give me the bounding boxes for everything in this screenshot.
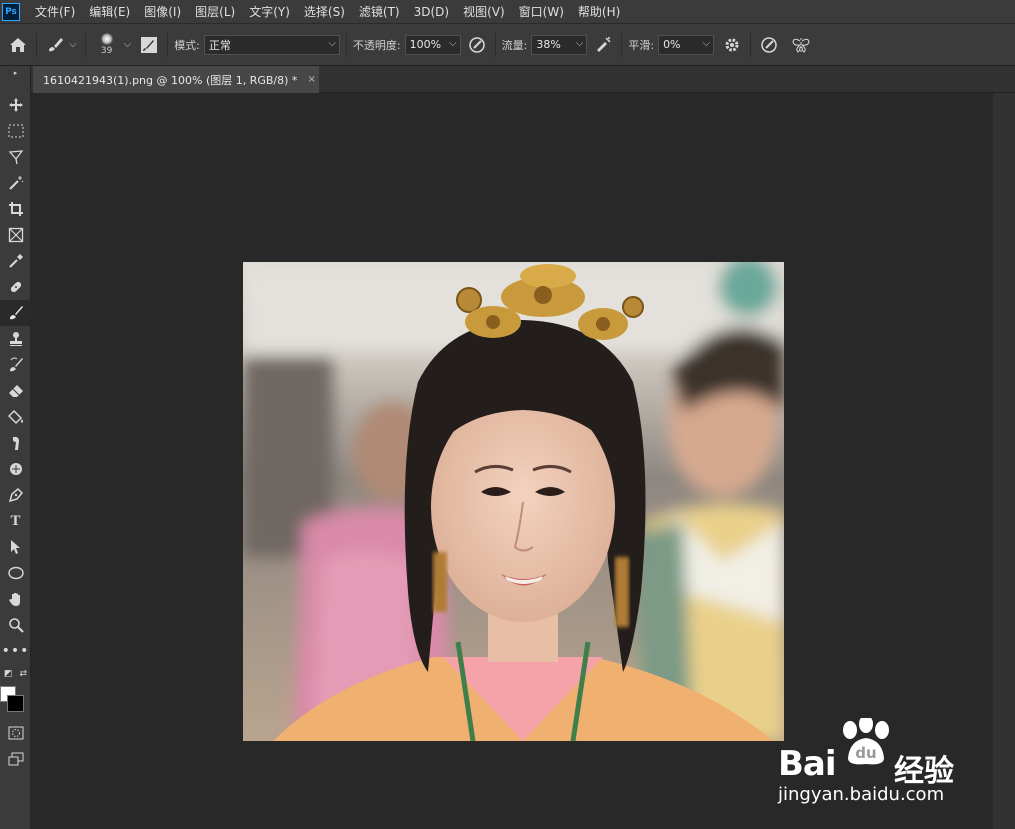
brush-tip-icon (100, 33, 113, 45)
close-icon[interactable]: × (307, 74, 315, 85)
brush-size-value: 39 (100, 46, 113, 56)
separator (494, 32, 496, 57)
flow-field[interactable]: 38% ⌵ (531, 34, 588, 55)
options-bar: ⌵ 39 ⌵ 模式: 正常 ⌵ 不透明度: 100% ⌵ 流量: 38% ⌵ 平… (0, 24, 1015, 66)
opacity-field[interactable]: 100% ⌵ (404, 34, 461, 55)
menu-help[interactable]: 帮助(H) (571, 0, 627, 24)
pressure-opacity-icon[interactable] (465, 33, 489, 57)
vertical-scrollbar[interactable] (993, 93, 1015, 829)
default-colors-icon[interactable]: ◩ (4, 669, 13, 679)
menu-select[interactable]: 选择(S) (297, 0, 352, 24)
swap-colors-icon[interactable]: ⇄ (19, 669, 27, 679)
brush-icon[interactable] (43, 33, 67, 57)
separator (167, 32, 169, 57)
document-tab[interactable]: 1610421943(1).png @ 100% (图层 1, RGB/8) *… (33, 66, 319, 93)
smudge-tool-icon[interactable] (0, 430, 31, 456)
flow-value: 38% (536, 38, 561, 51)
menu-bar: Ps 文件(F) 编辑(E) 图像(I) 图层(L) 文字(Y) 选择(S) 滤… (0, 0, 1015, 24)
document-image[interactable] (243, 262, 784, 741)
paw-logo-icon: du (843, 718, 889, 765)
separator (345, 32, 347, 57)
pen-tool-icon[interactable] (0, 482, 31, 508)
symmetry-icon[interactable] (789, 33, 813, 57)
chevron-down-icon: ⌵ (328, 37, 336, 49)
brush-tool-icon[interactable] (0, 300, 31, 326)
mode-label: 模式: (174, 38, 200, 52)
stamp-tool-icon[interactable] (0, 326, 31, 352)
lasso-tool-icon[interactable] (0, 144, 31, 170)
screen-mode-icon[interactable] (0, 746, 31, 772)
flow-label: 流量: (501, 38, 528, 52)
brush-preset-picker[interactable]: 39 (92, 30, 122, 60)
chevron-down-icon[interactable]: ⌵ (124, 39, 132, 50)
watermark-url: jingyan.baidu.com (778, 784, 945, 805)
zoom-tool-icon[interactable] (0, 612, 31, 638)
quick-mask-icon[interactable] (0, 720, 31, 746)
eyedropper-tool-icon[interactable] (0, 248, 31, 274)
history-brush-tool-icon[interactable] (0, 352, 31, 378)
chevron-down-icon[interactable]: ⌵ (69, 39, 77, 50)
menu-image[interactable]: 图像(I) (137, 0, 188, 24)
type-tool-icon[interactable]: T (0, 508, 31, 534)
move-tool-icon[interactable] (0, 92, 31, 118)
opacity-label: 不透明度: (352, 38, 401, 52)
hand-tool-icon[interactable] (0, 586, 31, 612)
menu-edit[interactable]: 编辑(E) (82, 0, 137, 24)
smoothing-label: 平滑: (628, 38, 655, 52)
smoothing-field[interactable]: 0% ⌵ (658, 34, 715, 55)
paint-bucket-tool-icon[interactable] (0, 404, 31, 430)
more-tools-icon[interactable]: ••• (0, 638, 31, 664)
frame-tool-icon[interactable] (0, 222, 31, 248)
menu-filter[interactable]: 滤镜(T) (352, 0, 407, 24)
menu-file[interactable]: 文件(F) (28, 0, 82, 24)
menu-layer[interactable]: 图层(L) (188, 0, 242, 24)
paw-du-text: du (855, 744, 876, 762)
home-icon[interactable] (6, 33, 30, 57)
marquee-tool-icon[interactable] (0, 118, 31, 144)
menu-type[interactable]: 文字(Y) (242, 0, 297, 24)
portrait-photo (243, 262, 784, 741)
ellipse-tool-icon[interactable] (0, 560, 31, 586)
background-color-swatch[interactable] (7, 695, 24, 712)
separator (36, 32, 37, 57)
document-tab-title: 1610421943(1).png @ 100% (图层 1, RGB/8) * (43, 73, 298, 87)
chevron-down-icon: ⌵ (575, 37, 584, 49)
menu-3d[interactable]: 3D(D) (407, 0, 456, 24)
airbrush-icon[interactable] (591, 33, 615, 57)
healing-tool-icon[interactable] (0, 274, 31, 300)
watermark-brand: Bai (778, 744, 837, 784)
chevron-down-icon: ⌵ (702, 37, 711, 49)
photoshop-logo-icon: Ps (2, 2, 20, 21)
separator (750, 32, 752, 57)
tools-panel: ▸ T ••• ◩ ⇄ (0, 66, 31, 829)
color-swap-controls[interactable]: ◩ ⇄ (0, 666, 31, 682)
gear-icon[interactable] (720, 33, 744, 57)
dodge-tool-icon[interactable] (0, 456, 31, 482)
menu-view[interactable]: 视图(V) (456, 0, 512, 24)
chevron-down-icon: ⌵ (449, 37, 457, 49)
mode-select[interactable]: 正常 ⌵ (203, 34, 340, 55)
crop-tool-icon[interactable] (0, 196, 31, 222)
pressure-size-icon[interactable] (757, 33, 781, 57)
document-tab-bar: 1610421943(1).png @ 100% (图层 1, RGB/8) *… (31, 66, 1015, 93)
eraser-tool-icon[interactable] (0, 378, 31, 404)
mode-value: 正常 (208, 38, 231, 52)
panel-collapse-icon[interactable]: ▸ (0, 69, 31, 77)
smoothing-value: 0% (663, 38, 681, 51)
brush-settings-icon[interactable] (137, 33, 161, 57)
menu-window[interactable]: 窗口(W) (512, 0, 571, 24)
separator (84, 32, 86, 57)
opacity-value: 100% (409, 38, 442, 51)
path-select-tool-icon[interactable] (0, 534, 31, 560)
baidu-jingyan-watermark: du Bai 经验 jingyan.baidu.com (778, 718, 968, 810)
magic-wand-tool-icon[interactable] (0, 170, 31, 196)
separator (621, 32, 623, 57)
